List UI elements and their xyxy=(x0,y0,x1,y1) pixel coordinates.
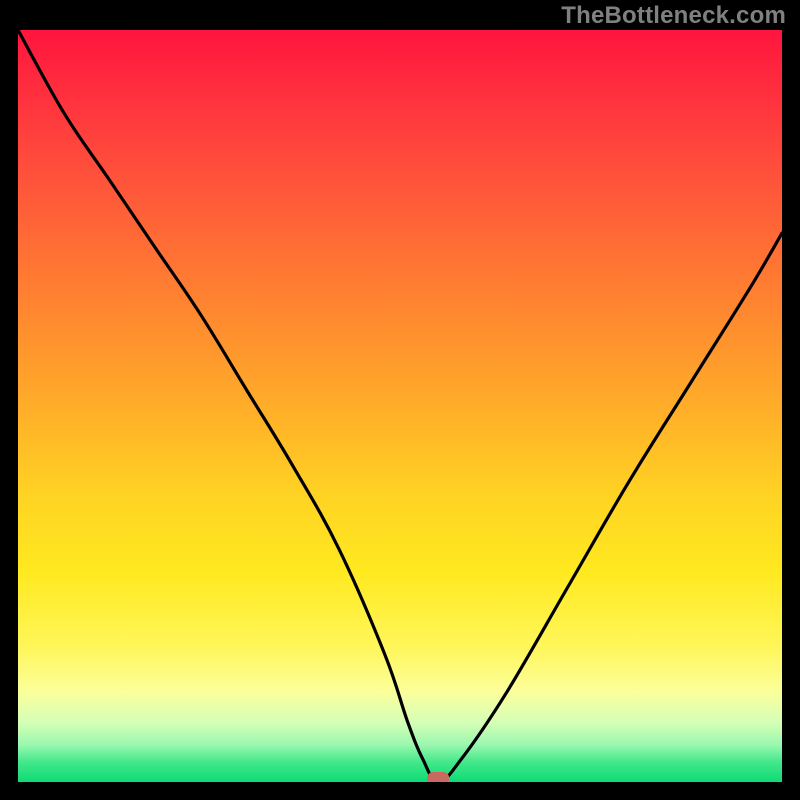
curve-svg xyxy=(18,30,782,782)
chart-frame: TheBottleneck.com xyxy=(0,0,800,800)
plot-area xyxy=(18,30,782,782)
optimum-marker xyxy=(427,772,449,782)
watermark-text: TheBottleneck.com xyxy=(561,2,786,30)
bottleneck-curve xyxy=(18,30,782,782)
